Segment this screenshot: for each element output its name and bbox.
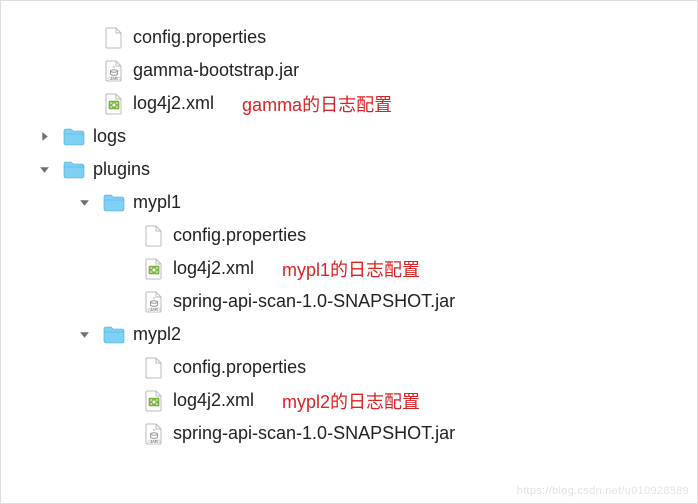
file-tree-panel: config.properties JAR gamma-bootstrap.jar l… [0,0,698,504]
disclosure-none [73,31,95,45]
tree-row[interactable]: log4j2.xml mypl2的日志配置 [1,384,697,417]
xml-file-icon [143,390,165,412]
xml-file-icon [143,258,165,280]
svg-text:JAR: JAR [110,76,118,81]
tree-row[interactable]: config.properties [1,351,697,384]
jar-file-icon: JAR [143,291,165,313]
tree-item-label: mypl2 [133,324,181,345]
disclosure-open-icon[interactable] [33,163,55,177]
annotation-text: mypl2的日志配置 [282,388,420,414]
tree-item-label: config.properties [173,357,306,378]
xml-file-icon [103,93,125,115]
tree-item-label: logs [93,126,126,147]
svg-text:JAR: JAR [150,307,158,312]
annotation-text: gamma的日志配置 [242,91,392,117]
file-icon [143,357,165,379]
tree-row[interactable]: log4j2.xml gamma的日志配置 [1,87,697,120]
tree-row[interactable]: config.properties [1,21,697,54]
disclosure-open-icon[interactable] [73,196,95,210]
tree-item-label: log4j2.xml [173,258,254,279]
folder-icon [63,159,85,181]
tree-row[interactable]: JAR spring-api-scan-1.0-SNAPSHOT.jar [1,417,697,450]
tree-item-label: log4j2.xml [133,93,214,114]
tree-item-label: plugins [93,159,150,180]
disclosure-none [73,64,95,78]
tree-item-label: config.properties [133,27,266,48]
jar-file-icon: JAR [103,60,125,82]
folder-icon [103,324,125,346]
tree-row[interactable]: JAR gamma-bootstrap.jar [1,54,697,87]
disclosure-none [113,427,135,441]
jar-file-icon: JAR [143,423,165,445]
svg-text:JAR: JAR [150,439,158,444]
disclosure-open-icon[interactable] [73,328,95,342]
folder-icon [103,192,125,214]
tree-item-label: log4j2.xml [173,390,254,411]
tree-row[interactable]: config.properties [1,219,697,252]
watermark-text: https://blog.csdn.net/u010928589 [517,485,689,497]
disclosure-none [113,229,135,243]
tree-row[interactable]: log4j2.xml mypl1的日志配置 [1,252,697,285]
tree-item-label: gamma-bootstrap.jar [133,60,299,81]
tree-row[interactable]: JAR spring-api-scan-1.0-SNAPSHOT.jar [1,285,697,318]
disclosure-none [113,295,135,309]
tree-row[interactable]: plugins [1,153,697,186]
file-icon [103,27,125,49]
folder-icon [63,126,85,148]
disclosure-none [113,262,135,276]
disclosure-none [113,394,135,408]
tree-item-label: config.properties [173,225,306,246]
tree-row[interactable]: mypl1 [1,186,697,219]
file-tree: config.properties JAR gamma-bootstrap.jar l… [1,1,697,450]
tree-item-label: spring-api-scan-1.0-SNAPSHOT.jar [173,291,455,312]
disclosure-none [113,361,135,375]
disclosure-none [73,97,95,111]
tree-row[interactable]: mypl2 [1,318,697,351]
tree-item-label: mypl1 [133,192,181,213]
file-icon [143,225,165,247]
tree-row[interactable]: logs [1,120,697,153]
tree-item-label: spring-api-scan-1.0-SNAPSHOT.jar [173,423,455,444]
disclosure-closed-icon[interactable] [33,130,55,144]
annotation-text: mypl1的日志配置 [282,256,420,282]
